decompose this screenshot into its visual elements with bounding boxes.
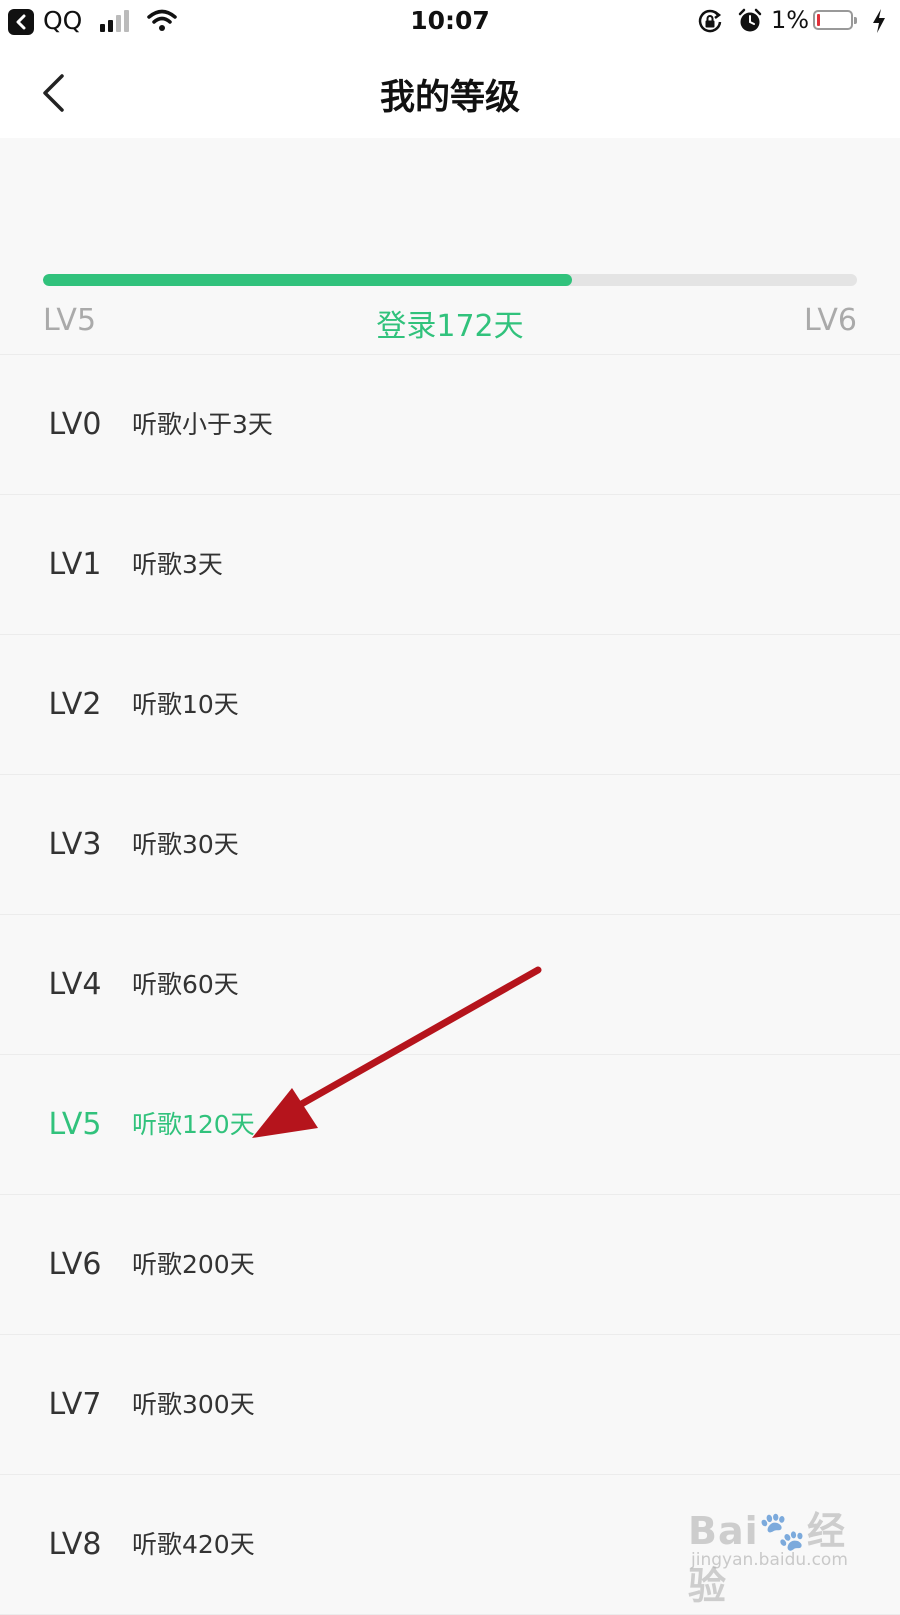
level-name: LV6 <box>48 1247 102 1282</box>
level-row: LV2 听歌10天 <box>0 635 900 775</box>
battery-icon <box>813 10 857 30</box>
charging-bolt-icon <box>873 9 885 33</box>
level-row: LV1 听歌3天 <box>0 495 900 635</box>
paw-icon: 🐾 <box>758 1509 807 1553</box>
battery-percent: 1% <box>771 6 810 34</box>
level-row: LV7 听歌300天 <box>0 1335 900 1475</box>
battery-fill <box>817 14 820 26</box>
watermark-url: jingyan.baidu.com <box>691 1550 848 1570</box>
level-name: LV3 <box>48 827 102 862</box>
level-name: LV7 <box>48 1387 102 1422</box>
alarm-icon <box>738 8 762 32</box>
next-level-label: LV6 <box>803 303 857 338</box>
level-name: LV0 <box>48 407 102 442</box>
level-row: LV4 听歌60天 <box>0 915 900 1055</box>
level-row: LV3 听歌30天 <box>0 775 900 915</box>
level-name: LV2 <box>48 687 102 722</box>
login-days-label: 登录172天 <box>376 309 524 344</box>
status-bar: QQ 10:07 1% <box>0 0 900 45</box>
level-list: LV0 听歌小于3天 LV1 听歌3天 LV2 听歌10天 LV3 听歌30天 … <box>0 355 900 1615</box>
clock: 10:07 <box>410 6 490 35</box>
level-row: LV0 听歌小于3天 <box>0 355 900 495</box>
baidu-jingyan-watermark: Bai🐾经验 jingyan.baidu.com <box>688 1500 868 1608</box>
progress-track <box>43 274 857 286</box>
level-name: LV4 <box>48 967 102 1002</box>
progress-fill <box>43 274 573 286</box>
level-requirement: 听歌3天 <box>132 550 223 579</box>
nav-bar: 我的等级 <box>0 45 900 138</box>
level-requirement: 听歌300天 <box>132 1390 255 1419</box>
level-requirement: 听歌120天 <box>132 1110 255 1139</box>
level-requirement: 听歌小于3天 <box>132 410 273 439</box>
level-row-current: LV5 听歌120天 <box>0 1055 900 1195</box>
level-requirement: 听歌10天 <box>132 690 239 719</box>
level-name: LV1 <box>48 547 102 582</box>
rotation-lock-icon <box>698 9 722 33</box>
level-requirement: 听歌200天 <box>132 1250 255 1279</box>
level-row: LV6 听歌200天 <box>0 1195 900 1335</box>
level-requirement: 听歌420天 <box>132 1530 255 1559</box>
page-title: 我的等级 <box>379 78 520 118</box>
level-progress: LV5 登录172天 LV6 <box>0 138 900 355</box>
level-name: LV5 <box>48 1107 102 1142</box>
level-requirement: 听歌30天 <box>132 830 239 859</box>
level-name: LV8 <box>48 1527 102 1562</box>
level-requirement: 听歌60天 <box>132 970 239 999</box>
